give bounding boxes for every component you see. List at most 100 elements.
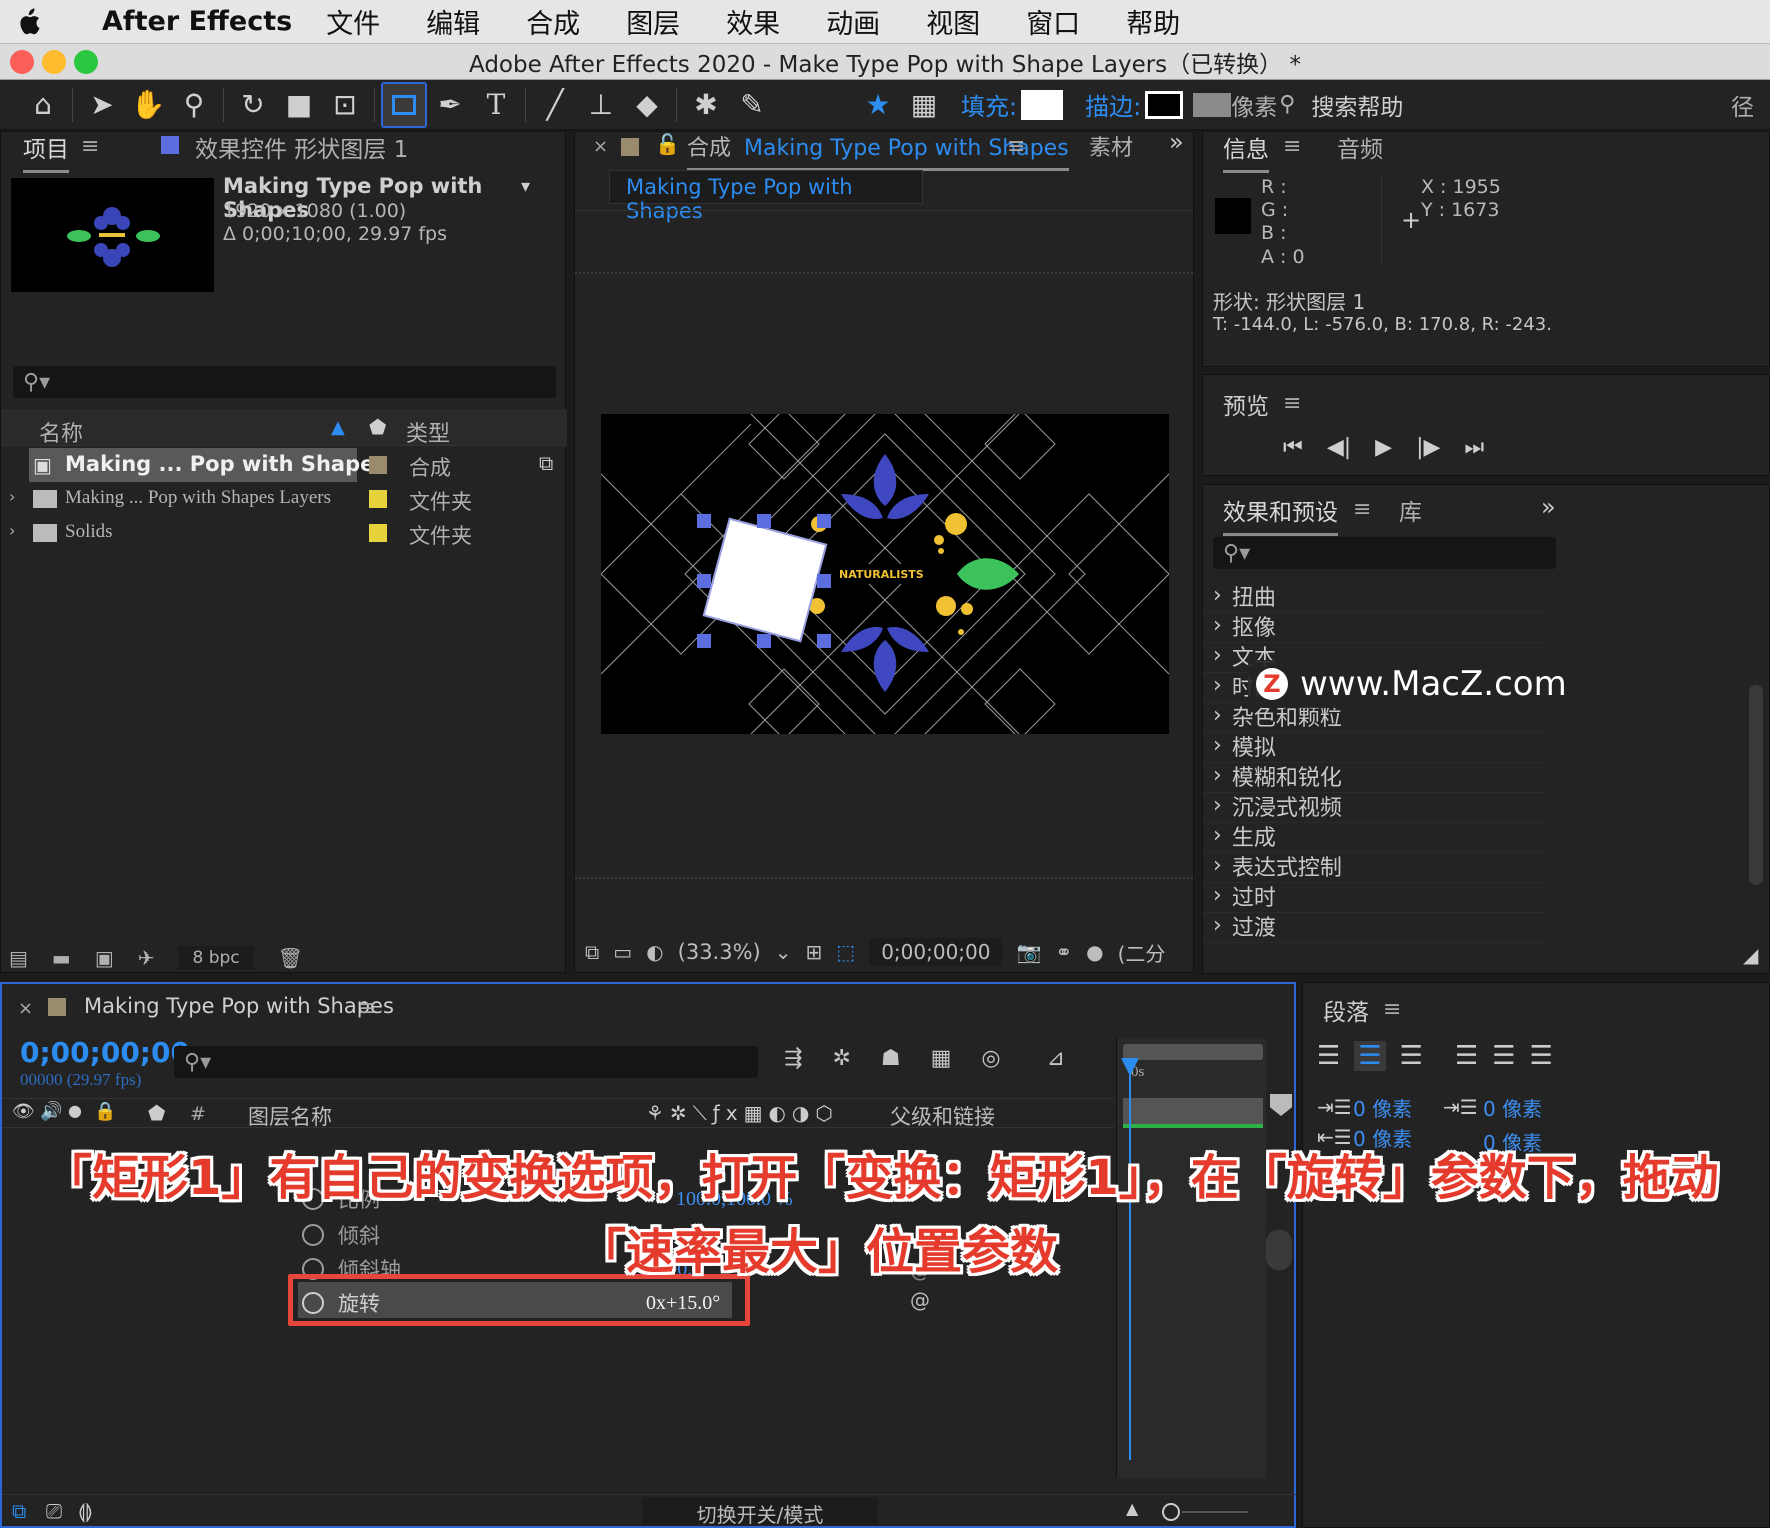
expand-arrow-icon[interactable]: › xyxy=(9,521,15,540)
col-type-header[interactable]: 类型 xyxy=(406,416,450,448)
property-skew[interactable]: 倾斜 xyxy=(302,1220,380,1250)
rotate-tool-icon[interactable]: ↻ xyxy=(230,82,276,128)
work-area-bar[interactable] xyxy=(1123,1044,1263,1060)
toolbar-right-glyph[interactable]: 径 xyxy=(1731,88,1754,122)
label-color-swatch[interactable] xyxy=(369,490,387,508)
col-layer-name[interactable]: 图层名称 xyxy=(248,1101,332,1131)
align-right-icon[interactable]: ☰ xyxy=(1400,1041,1423,1071)
effects-scrollbar[interactable] xyxy=(1749,685,1763,885)
label-tag-icon[interactable]: ⬟ xyxy=(148,1101,165,1125)
effects-category[interactable]: › 沉浸式视频 xyxy=(1203,789,1543,823)
camera-tool-icon[interactable]: ■ xyxy=(276,82,322,128)
zoom-dropdown[interactable]: (33.3%) xyxy=(678,940,761,964)
label-color-swatch[interactable] xyxy=(369,524,387,542)
checker-icon[interactable]: ▦ xyxy=(901,82,947,128)
project-item-name[interactable]: Solids xyxy=(65,521,113,543)
close-window-button[interactable] xyxy=(10,50,34,74)
render-time-icon[interactable]: ⧉ xyxy=(12,1499,26,1523)
label-tag-icon[interactable]: ⬟ xyxy=(369,415,386,439)
close-tab-icon[interactable]: × xyxy=(18,998,33,1019)
effects-category[interactable]: › 过时 xyxy=(1203,879,1543,913)
show-snapshot-icon[interactable]: ⚭ xyxy=(1055,940,1072,964)
align-left-icon[interactable]: ☰ xyxy=(1317,1041,1340,1071)
puppet-tool-icon[interactable]: ✎ xyxy=(729,82,775,128)
timeline-timecode[interactable]: 0;00;00;00 xyxy=(20,1036,190,1069)
trash-icon[interactable]: 🗑 xyxy=(278,946,303,970)
project-item-name[interactable]: Making ... Pop with Shapes Layers xyxy=(65,487,331,509)
playhead-line[interactable] xyxy=(1129,1060,1131,1460)
tab-library[interactable]: 库 xyxy=(1399,493,1422,527)
menu-window[interactable]: 窗口 xyxy=(1026,2,1080,41)
selection-tool-icon[interactable]: ➤ xyxy=(79,82,125,128)
always-preview-icon[interactable]: ⧉ xyxy=(585,940,599,964)
rectangle-tool-icon[interactable] xyxy=(381,81,427,128)
lock-icon[interactable]: 🔓 xyxy=(655,132,680,156)
search-help-icon[interactable]: ⚲ xyxy=(1279,92,1295,117)
flowchart-icon[interactable]: ⧉ xyxy=(539,451,553,475)
lock-icon[interactable]: 🔒 xyxy=(94,1101,116,1122)
in-out-icon[interactable]: ⟬⟭ xyxy=(78,1499,93,1523)
paragraph-menu-icon[interactable]: ≡ xyxy=(1383,997,1401,1022)
menu-help[interactable]: 帮助 xyxy=(1126,2,1180,41)
menu-file[interactable]: 文件 xyxy=(326,2,380,41)
apple-icon[interactable] xyxy=(0,0,56,44)
indent-left-value[interactable]: 0 像素 xyxy=(1353,1093,1412,1122)
effects-menu-icon[interactable]: ≡ xyxy=(1353,497,1371,522)
clone-stamp-tool-icon[interactable]: ⊥ xyxy=(578,82,624,128)
project-search-input[interactable]: ⚲▾ xyxy=(13,366,556,398)
menu-edit[interactable]: 编辑 xyxy=(426,2,480,41)
zoom-slider-handle[interactable] xyxy=(1162,1503,1180,1521)
effects-category[interactable]: › 生成 xyxy=(1203,819,1543,853)
solo-icon[interactable]: ● xyxy=(68,1101,82,1120)
effects-category[interactable]: › 表达式控制 xyxy=(1203,849,1543,883)
toggle-switches-modes[interactable]: 切换开关/模式 xyxy=(642,1497,878,1527)
expression-spiral-icon[interactable]: @ xyxy=(910,1288,930,1312)
bpc-button[interactable]: 8 bpc xyxy=(178,946,254,970)
draft-3d-icon[interactable]: ✲ xyxy=(832,1046,850,1071)
stroke-width-icon[interactable] xyxy=(1193,92,1232,117)
col-name-header[interactable]: 名称 xyxy=(39,416,83,448)
shy-layers-icon[interactable]: ☗ xyxy=(881,1046,901,1071)
star-icon[interactable]: ★ xyxy=(855,82,901,128)
zoom-out-icon[interactable]: ▲ xyxy=(1126,1499,1138,1518)
zoom-slider-track[interactable] xyxy=(1182,1511,1248,1513)
timeline-comp-name[interactable]: Making Type Pop with Shapes xyxy=(84,994,394,1018)
audio-toggle-icon[interactable]: 🔊 xyxy=(40,1101,62,1122)
new-bin-icon[interactable]: ◢ xyxy=(1743,943,1758,967)
graph-editor-icon[interactable]: ⊿ xyxy=(1047,1046,1065,1071)
chevron-down-icon[interactable]: ⌄ xyxy=(775,940,792,964)
tab-effect-controls[interactable]: 效果控件 形状图层 1 xyxy=(195,130,408,164)
play-icon[interactable]: ▶ xyxy=(1375,435,1392,460)
prev-frame-icon[interactable]: ◀| xyxy=(1327,435,1351,460)
tab-info[interactable]: 信息 xyxy=(1223,130,1269,173)
stroke-label[interactable]: 描边: xyxy=(1085,87,1141,122)
new-composition-icon[interactable]: ▣ xyxy=(95,946,114,970)
effects-category[interactable]: › 过渡 xyxy=(1203,909,1543,943)
monitor-icon[interactable]: ▭ xyxy=(613,940,632,964)
frame-blending-icon[interactable]: ▦ xyxy=(931,1046,952,1071)
snapshot-icon[interactable]: 📷 xyxy=(1016,940,1041,964)
sort-ascending-icon[interactable]: ▲ xyxy=(331,417,345,438)
tab-effects-presets[interactable]: 效果和预设 xyxy=(1223,493,1338,536)
first-frame-icon[interactable]: ⏮ xyxy=(1283,435,1303,460)
tab-project[interactable]: 项目 xyxy=(23,130,69,173)
type-tool-icon[interactable]: T xyxy=(473,82,519,128)
preview-menu-icon[interactable]: ≡ xyxy=(1283,391,1301,416)
close-tab-icon[interactable]: × xyxy=(593,136,608,157)
info-menu-icon[interactable]: ≡ xyxy=(1283,134,1301,159)
stopwatch-icon[interactable] xyxy=(302,1224,324,1246)
interpret-footage-icon[interactable]: ▤ xyxy=(9,946,28,970)
zoom-tool-icon[interactable]: ⚲ xyxy=(171,82,217,128)
more-tabs-icon[interactable]: » xyxy=(1541,493,1556,521)
next-frame-icon[interactable]: |▶ xyxy=(1416,435,1440,460)
timeline-menu-icon[interactable]: ≡ xyxy=(358,996,376,1021)
app-name[interactable]: After Effects xyxy=(102,6,292,37)
toggle-mask-icon[interactable]: ⬚ xyxy=(836,940,855,964)
effects-category[interactable]: › 模拟 xyxy=(1203,729,1543,763)
pan-behind-tool-icon[interactable]: ⊡ xyxy=(322,82,368,128)
fill-label[interactable]: 填充: xyxy=(961,87,1017,122)
tab-footage[interactable]: 素材 xyxy=(1089,130,1133,162)
project-menu-icon[interactable]: ≡ xyxy=(81,134,99,159)
mask-view-icon[interactable]: ◐ xyxy=(646,940,663,964)
label-color-swatch[interactable] xyxy=(369,456,387,474)
